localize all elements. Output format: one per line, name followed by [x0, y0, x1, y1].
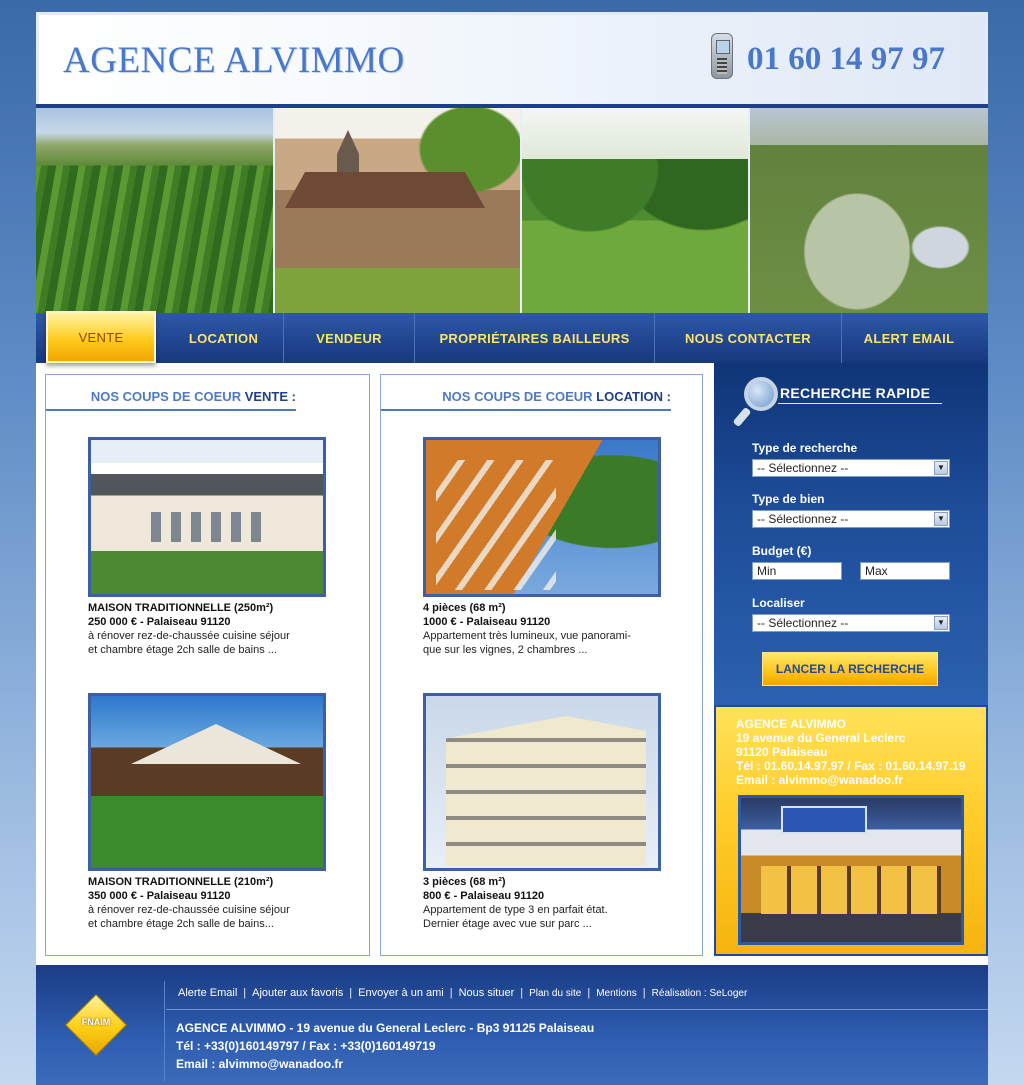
- listing-photo[interactable]: [88, 437, 326, 597]
- type-bien-label: Type de bien: [752, 492, 825, 506]
- type-bien-select[interactable]: -- Sélectionnez -- ▼: [752, 510, 950, 528]
- agency-street: 19 avenue du General Leclerc: [736, 731, 906, 745]
- header: AGENCE ALVIMMO 01 60 14 97 97: [36, 12, 988, 108]
- type-recherche-value: -- Sélectionnez --: [757, 461, 849, 475]
- listing-title[interactable]: MAISON TRADITIONNELLE (250m²): [88, 601, 328, 615]
- listing-description-line: et chambre étage 2ch salle de bains ...: [88, 644, 277, 656]
- footer-link-nous-situer[interactable]: Nous situer: [459, 987, 515, 999]
- listing-description-line: et chambre étage 2ch salle de bains...: [88, 918, 274, 930]
- budget-min-input[interactable]: Min: [752, 562, 842, 580]
- agency-email[interactable]: Email : alvimmo@wanadoo.fr: [736, 773, 903, 787]
- localiser-label: Localiser: [752, 596, 805, 610]
- footer-address: AGENCE ALVIMMO - 19 avenue du General Le…: [176, 1021, 595, 1035]
- listing-title[interactable]: 3 pièces (68 m²): [423, 875, 663, 889]
- agency-phone: Tél : 01.60.14.97.97 / Fax : 01.60.14.97…: [736, 759, 966, 773]
- agency-storefront-photo: [738, 795, 964, 945]
- location-section-title: NOS COUPS DE COEUR LOCATION :: [381, 389, 671, 411]
- nav-item-nous-contacter[interactable]: NOUS CONTACTER: [655, 313, 842, 363]
- listing-description-line: à rénover rez-de-chaussée cuisine séjour: [88, 904, 290, 916]
- site-logo[interactable]: AGENCE ALVIMMO: [63, 39, 405, 82]
- banner: [36, 108, 988, 313]
- footer-link-ajouter-favoris[interactable]: Ajouter aux favoris: [252, 987, 343, 999]
- page: AGENCE ALVIMMO 01 60 14 97 97 VENTE LOCA…: [36, 12, 988, 1085]
- listing-photo[interactable]: [423, 437, 661, 597]
- quick-search-title: RECHERCHE RAPIDE: [780, 385, 931, 401]
- banner-photo-fields: [36, 108, 275, 313]
- fnaim-logo[interactable]: FNAIM: [64, 993, 128, 1057]
- listing-item[interactable]: 3 pièces (68 m²) 800 € - Palaiseau 91120…: [423, 693, 663, 931]
- listing-text: 3 pièces (68 m²) 800 € - Palaiseau 91120…: [423, 875, 663, 931]
- magnifier-icon: [732, 377, 782, 429]
- footer-link-realisation[interactable]: Réalisation : SeLoger: [652, 988, 748, 999]
- listing-item[interactable]: MAISON TRADITIONNELLE (250m²) 250 000 € …: [88, 437, 328, 657]
- listing-item[interactable]: 4 pièces (68 m²) 1000 € - Palaiseau 9112…: [423, 437, 663, 657]
- banner-photo-church: [275, 108, 522, 313]
- agency-contact-box: AGENCE ALVIMMO 19 avenue du General Lecl…: [714, 705, 988, 956]
- listing-description-line: à rénover rez-de-chaussée cuisine séjour: [88, 630, 290, 642]
- footer-phone: Tél : +33(0)160149797 / Fax : +33(0)1601…: [176, 1039, 436, 1053]
- listing-photo[interactable]: [88, 693, 326, 871]
- nav-item-vendeur[interactable]: VENDEUR: [284, 313, 415, 363]
- footer-link-envoyer-ami[interactable]: Envoyer à un ami: [358, 987, 444, 999]
- listing-description-line: Dernier étage avec vue sur parc ...: [423, 918, 592, 930]
- listing-text: 4 pièces (68 m²) 1000 € - Palaiseau 9112…: [423, 601, 663, 657]
- listing-text: MAISON TRADITIONNELLE (210m²) 350 000 € …: [88, 875, 328, 931]
- vente-title-prefix: NOS COUPS DE COEUR: [90, 389, 245, 404]
- listing-price: 250 000 € - Palaiseau 91120: [88, 616, 231, 628]
- localiser-select[interactable]: -- Sélectionnez -- ▼: [752, 614, 950, 632]
- vente-section-title: NOS COUPS DE COEUR VENTE :: [46, 389, 296, 411]
- fnaim-logo-text: FNAIM: [81, 1017, 111, 1027]
- listing-description-line: Appartement très lumineux, vue panorami-: [423, 630, 631, 642]
- banner-photo-aerial-view: [750, 108, 988, 313]
- budget-max-input[interactable]: Max: [860, 562, 950, 580]
- vente-section: NOS COUPS DE COEUR VENTE : MAISON TRADIT…: [45, 374, 370, 956]
- nav-item-vente[interactable]: VENTE: [46, 311, 156, 363]
- type-recherche-label: Type de recherche: [752, 441, 858, 455]
- listing-title[interactable]: 4 pièces (68 m²): [423, 601, 663, 615]
- footer-divider: [164, 981, 165, 1081]
- quick-search-panel: RECHERCHE RAPIDE Type de recherche -- Sé…: [714, 363, 988, 705]
- location-title-strong: LOCATION :: [596, 389, 671, 404]
- header-phone-number: 01 60 14 97 97: [747, 41, 945, 77]
- nav-item-proprietaires-bailleurs[interactable]: PROPRIÉTAIRES BAILLEURS: [415, 313, 655, 363]
- footer-separator: [166, 1009, 988, 1010]
- search-submit-button[interactable]: LANCER LA RECHERCHE: [762, 652, 938, 686]
- chevron-down-icon[interactable]: ▼: [934, 512, 948, 526]
- agency-name: AGENCE ALVIMMO: [736, 717, 846, 731]
- chevron-down-icon[interactable]: ▼: [934, 616, 948, 630]
- listing-text: MAISON TRADITIONNELLE (250m²) 250 000 € …: [88, 601, 328, 657]
- nav-item-alert-email[interactable]: ALERT EMAIL: [842, 313, 976, 363]
- listing-price: 1000 € - Palaiseau 91120: [423, 616, 551, 628]
- footer-link-mentions[interactable]: Mentions: [596, 988, 637, 999]
- listing-price: 800 € - Palaiseau 91120: [423, 890, 545, 902]
- footer-links: Alerte Email | Ajouter aux favoris | Envoyer…: [178, 987, 748, 999]
- budget-label: Budget (€): [752, 544, 812, 558]
- location-title-prefix: NOS COUPS DE COEUR: [442, 389, 597, 404]
- footer-link-alerte-email[interactable]: Alerte Email: [178, 987, 237, 999]
- agency-city: 91120 Palaiseau: [736, 745, 828, 759]
- location-section: NOS COUPS DE COEUR LOCATION : 4 pièces (…: [380, 374, 703, 956]
- listing-price: 350 000 € - Palaiseau 91120: [88, 890, 231, 902]
- localiser-value: -- Sélectionnez --: [757, 616, 849, 630]
- listing-description-line: Appartement de type 3 en parfait état.: [423, 904, 608, 916]
- type-recherche-select[interactable]: -- Sélectionnez -- ▼: [752, 459, 950, 477]
- mobile-phone-icon: [711, 33, 733, 79]
- listing-photo[interactable]: [423, 693, 661, 871]
- nav-item-location[interactable]: LOCATION: [164, 313, 284, 363]
- listing-description-line: que sur les vignes, 2 chambres ...: [423, 644, 588, 656]
- listing-title[interactable]: MAISON TRADITIONNELLE (210m²): [88, 875, 328, 889]
- type-bien-value: -- Sélectionnez --: [757, 512, 849, 526]
- banner-photo-park: [522, 108, 750, 313]
- footer: FNAIM Alerte Email | Ajouter aux favoris | E…: [36, 965, 988, 1085]
- main-nav: VENTE LOCATION VENDEUR PROPRIÉTAIRES BAI…: [36, 311, 988, 363]
- quick-search-divider: [778, 403, 942, 404]
- footer-email[interactable]: Email : alvimmo@wanadoo.fr: [176, 1057, 343, 1071]
- listing-item[interactable]: MAISON TRADITIONNELLE (210m²) 350 000 € …: [88, 693, 328, 931]
- vente-title-strong: VENTE :: [244, 389, 296, 404]
- footer-link-plan-du-site[interactable]: Plan du site: [529, 988, 581, 999]
- chevron-down-icon[interactable]: ▼: [934, 461, 948, 475]
